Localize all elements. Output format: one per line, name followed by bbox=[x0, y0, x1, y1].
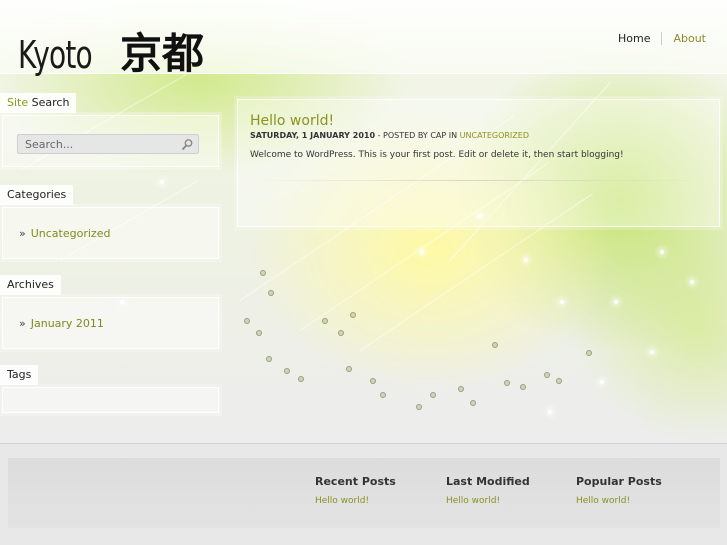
post-date: Saturday, 1 January 2010 bbox=[250, 131, 376, 140]
search-widget-title: Site Search bbox=[0, 93, 77, 113]
tags-widget-title: Tags bbox=[0, 365, 39, 385]
footer-last-modified: Last Modified Hello world! bbox=[446, 475, 530, 506]
post-divider bbox=[250, 180, 707, 181]
category-link-uncategorized[interactable]: Uncategorized bbox=[31, 227, 111, 240]
archives-widget-title: Archives bbox=[0, 275, 61, 295]
list-item: » January 2011 bbox=[19, 317, 104, 330]
footer-heading: Recent Posts bbox=[315, 475, 396, 488]
archive-link-january-2011[interactable]: January 2011 bbox=[31, 317, 104, 330]
categories-widget: » Uncategorized bbox=[2, 207, 219, 259]
main-nav: Home About bbox=[607, 32, 717, 45]
post-title-link[interactable]: Hello world! bbox=[250, 113, 334, 129]
site-header: Kyoto 京都 Home About bbox=[0, 0, 727, 78]
list-item: » Uncategorized bbox=[19, 227, 110, 240]
post-meta: Saturday, 1 January 2010 - Posted by cap… bbox=[250, 131, 529, 140]
logo-kanji: 京都 bbox=[120, 29, 205, 78]
footer-popular-post-link[interactable]: Hello world! bbox=[576, 496, 662, 506]
search-field bbox=[17, 134, 199, 154]
search-widget bbox=[2, 115, 219, 167]
search-icon[interactable] bbox=[181, 138, 194, 151]
nav-about-link[interactable]: About bbox=[661, 32, 717, 45]
post-body: Welcome to WordPress. This is your first… bbox=[250, 150, 624, 160]
tags-widget bbox=[2, 387, 219, 413]
footer-heading: Popular Posts bbox=[576, 475, 662, 488]
post-author: cap bbox=[430, 131, 447, 140]
footer-popular-posts: Popular Posts Hello world! bbox=[576, 475, 662, 506]
site-logo[interactable]: Kyoto 京都 bbox=[18, 20, 204, 81]
categories-widget-title: Categories bbox=[0, 185, 74, 205]
search-title-accent: Site bbox=[7, 96, 29, 109]
post-posted-by: - Posted by bbox=[375, 131, 431, 140]
footer-recent-posts: Recent Posts Hello world! bbox=[315, 475, 396, 506]
search-title-rest: Search bbox=[28, 96, 70, 109]
nav-home-link[interactable]: Home bbox=[607, 32, 661, 45]
post-category-link[interactable]: Uncategorized bbox=[460, 131, 529, 140]
post-in-label: in bbox=[446, 131, 460, 140]
footer-heading: Last Modified bbox=[446, 475, 530, 488]
post-card: Hello world! Saturday, 1 January 2010 - … bbox=[237, 99, 720, 227]
logo-text: Kyoto bbox=[18, 33, 93, 77]
bullet-icon: » bbox=[19, 317, 26, 330]
footer-last-modified-link[interactable]: Hello world! bbox=[446, 496, 530, 506]
bullet-icon: » bbox=[19, 227, 26, 240]
search-input[interactable] bbox=[18, 135, 168, 153]
footer-recent-post-link[interactable]: Hello world! bbox=[315, 496, 396, 506]
archives-widget: » January 2011 bbox=[2, 297, 219, 349]
